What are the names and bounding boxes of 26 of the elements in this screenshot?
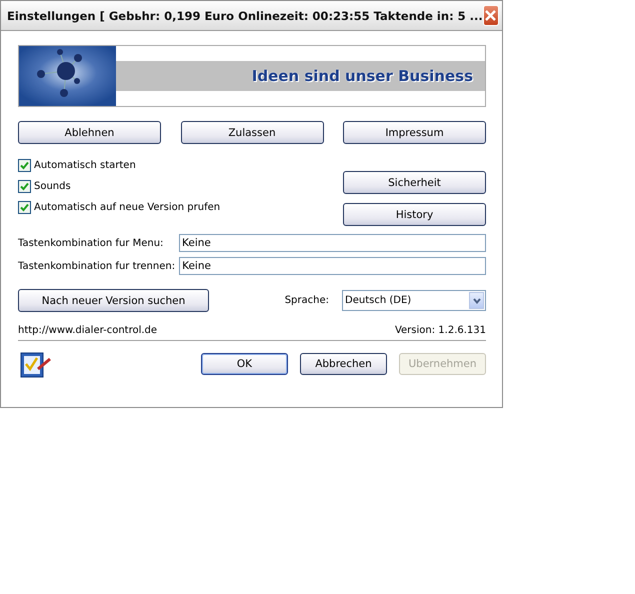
dialog-button[interactable]: Ablehnen: [18, 121, 161, 144]
close-icon: [484, 9, 498, 22]
dialog-button[interactable]: Abbrechen: [300, 353, 387, 375]
update-button[interactable]: Nach neuer Version suchen: [18, 289, 209, 312]
window-title: Einstellungen [ Gebьhr: 0,199 Euro Onlinezeit: 00:23:55 Taktende in: 5 ...: [7, 8, 483, 22]
checkbox[interactable]: [18, 201, 31, 214]
dialog-button[interactable]: Zulassen: [180, 121, 324, 144]
close-button[interactable]: [482, 5, 499, 26]
input-field[interactable]: Keine: [179, 257, 486, 275]
language-dropdown[interactable]: Deutsch (DE): [342, 290, 486, 311]
checkbox[interactable]: [18, 180, 31, 193]
dialog-button[interactable]: Sicherheit: [343, 171, 486, 194]
language-label: Sprache:: [284, 295, 329, 306]
dialog-button[interactable]: Impressum: [343, 121, 486, 144]
checkbox-label: Sounds: [34, 181, 71, 192]
field-label: Tastenkombination fur trennen:: [18, 260, 176, 272]
field-label: Tastenkombination fur Menu:: [18, 238, 164, 248]
version-text: Version: 1.2.6.131: [394, 325, 486, 336]
input-field[interactable]: Keine: [179, 234, 486, 252]
dialog-button[interactable]: OK: [201, 353, 288, 375]
checkbox-label: Automatisch starten: [34, 160, 136, 171]
checkbox-label: Automatisch auf neue Version prufen: [34, 202, 220, 213]
banner-slogan: Ideen sind unser Business: [252, 67, 473, 85]
checkbox[interactable]: [18, 159, 31, 172]
website-url: http://www.dialer-control.de: [18, 325, 158, 336]
dialog-button[interactable]: History: [343, 203, 486, 226]
